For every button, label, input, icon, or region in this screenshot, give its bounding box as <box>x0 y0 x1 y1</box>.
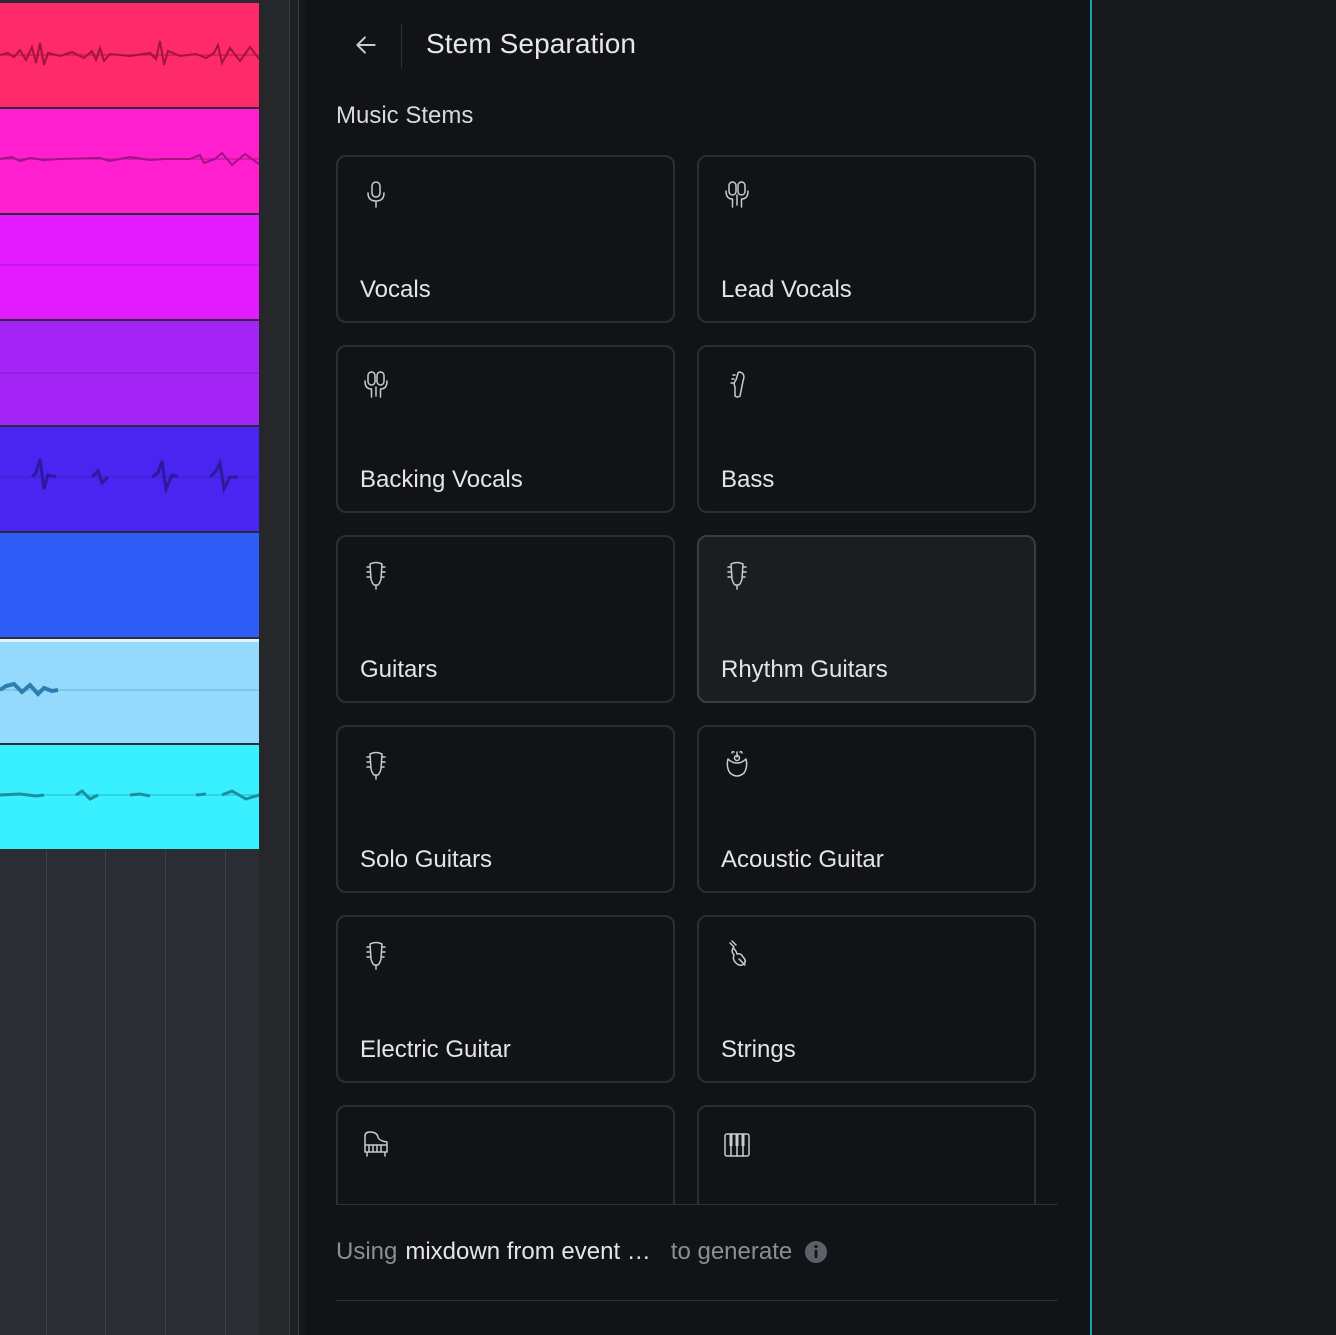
panel-resize-divider[interactable] <box>289 0 299 1335</box>
audio-track[interactable] <box>0 745 259 849</box>
stem-card-label: Bass <box>721 466 775 493</box>
waveform <box>0 681 259 697</box>
violin-icon <box>729 940 747 967</box>
backing-microphones-icon <box>364 371 388 398</box>
lead-microphone-icon <box>725 181 749 208</box>
guitar-headstock-icon <box>727 561 747 590</box>
stem-card-label: Strings <box>721 1036 796 1063</box>
info-icon[interactable] <box>804 1240 828 1264</box>
guitar-headstock-icon <box>366 941 386 970</box>
stem-card-backing-vocals[interactable]: Backing Vocals <box>336 345 675 513</box>
waveform <box>0 458 259 495</box>
header-separator <box>401 24 402 68</box>
audio-track[interactable] <box>0 215 259 319</box>
footer-suffix: to generate <box>670 1238 793 1265</box>
back-button[interactable] <box>345 24 387 66</box>
right-empty-area <box>1092 0 1336 1335</box>
stem-card-rhythm-guitars[interactable]: Rhythm Guitars <box>697 535 1036 703</box>
grid-line <box>105 850 106 1335</box>
audio-track[interactable] <box>0 109 259 213</box>
guitar-headstock-icon <box>366 751 386 780</box>
grid-line <box>225 850 226 1335</box>
stem-card-solo-guitars[interactable]: Solo Guitars <box>336 725 675 893</box>
stem-card-strings[interactable]: Strings <box>697 915 1036 1083</box>
guitar-headstock-icon <box>366 561 386 590</box>
stem-card-label: Rhythm Guitars <box>721 656 888 683</box>
audio-track[interactable] <box>0 427 259 531</box>
section-label: Music Stems <box>336 102 474 129</box>
audio-track[interactable] <box>0 321 259 425</box>
track-lane-area[interactable] <box>0 0 259 1335</box>
waveform <box>0 40 259 66</box>
stem-card-lead-vocals[interactable]: Lead Vocals <box>697 155 1036 323</box>
stem-card-vocals[interactable]: Vocals <box>336 155 675 323</box>
waveform <box>0 151 259 167</box>
audio-track[interactable] <box>0 639 259 743</box>
stem-card-guitars[interactable]: Guitars <box>336 535 675 703</box>
stem-card-label: Solo Guitars <box>360 846 493 873</box>
stem-separation-panel: Stem Separation Music Stems Vocals Lead V… <box>305 0 1091 1335</box>
waveform <box>0 264 259 266</box>
audio-track[interactable] <box>0 533 259 637</box>
waveform <box>0 533 259 637</box>
grand-piano-icon <box>364 1131 388 1157</box>
stem-card-label: Guitars <box>360 656 438 683</box>
stem-card-option-10[interactable] <box>336 1105 675 1205</box>
footer-divider <box>336 1300 1058 1301</box>
stem-card-acoustic-guitar[interactable]: Acoustic Guitar <box>697 725 1036 893</box>
stem-card-label: Vocals <box>360 276 431 303</box>
microphone-icon <box>367 181 385 208</box>
grid-line <box>46 850 47 1335</box>
track-scroll-strip[interactable] <box>259 0 289 1335</box>
grid-line <box>165 850 166 1335</box>
waveform <box>0 372 259 374</box>
bass-guitar-icon <box>730 371 745 398</box>
stem-card-label: Electric Guitar <box>360 1036 511 1063</box>
stem-card-electric-guitar[interactable]: Electric Guitar <box>336 915 675 1083</box>
arrow-left-icon <box>356 36 376 54</box>
stem-card-label: Lead Vocals <box>721 276 852 303</box>
audio-track[interactable] <box>0 3 259 107</box>
stem-card-bass[interactable]: Bass <box>697 345 1036 513</box>
page-title: Stem Separation <box>426 28 637 59</box>
footer-prefix: Using <box>336 1238 398 1265</box>
keyboard-icon <box>724 1133 750 1157</box>
waveform <box>0 789 259 801</box>
acoustic-guitar-icon <box>726 750 748 777</box>
mixdown-source-link[interactable]: mixdown from event … <box>405 1238 650 1266</box>
stem-card-label: Backing Vocals <box>360 466 523 493</box>
source-footer: Using mixdown from event … to generate <box>336 1238 828 1266</box>
stem-card-label: Acoustic Guitar <box>721 846 884 873</box>
footer-divider <box>336 1204 1058 1205</box>
stem-card-option-11[interactable] <box>697 1105 1036 1205</box>
stem-card-grid[interactable]: Vocals Lead Vocals Backing Vocals Bass Guita… <box>336 155 1066 1205</box>
